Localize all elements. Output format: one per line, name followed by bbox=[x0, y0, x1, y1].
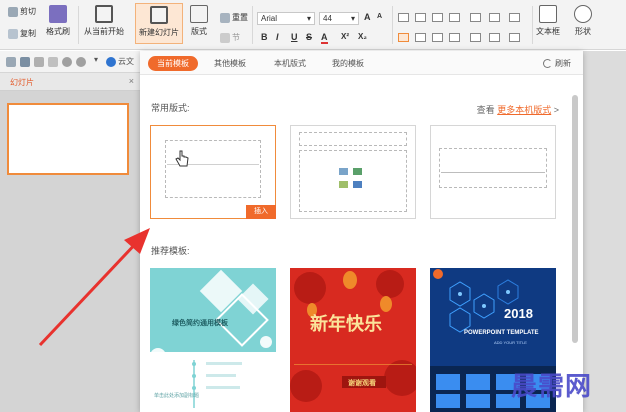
annotation-arrow bbox=[38, 228, 150, 347]
watermark-text: 晨需网 bbox=[511, 372, 593, 402]
